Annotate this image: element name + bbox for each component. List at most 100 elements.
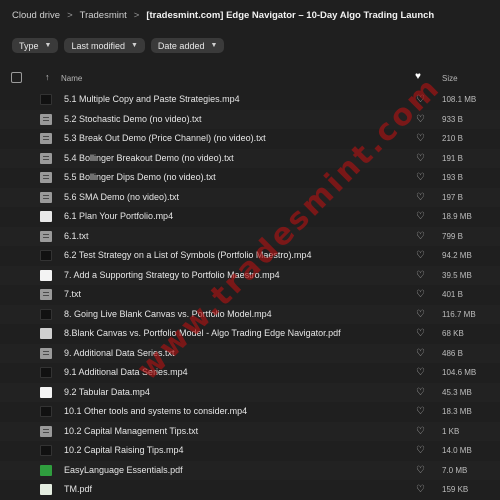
file-name[interactable]: 7.txt (64, 289, 81, 299)
heart-icon[interactable]: ♡ (416, 465, 425, 476)
file-size: 191 B (442, 153, 463, 163)
heart-icon[interactable]: ♡ (416, 94, 425, 105)
table-row[interactable]: 8. Going Live Blank Canvas vs. Portfolio… (0, 304, 500, 324)
file-name[interactable]: TM.pdf (64, 484, 92, 494)
heart-icon[interactable]: ♡ (416, 133, 425, 144)
file-size: 1 KB (442, 426, 460, 436)
table-row[interactable]: 5.3 Break Out Demo (Price Channel) (no v… (0, 129, 500, 149)
table-row[interactable]: 7.txt ♡ 401 B (0, 285, 500, 305)
table-row[interactable]: EasyLanguage Essentials.pdf ♡ 7.0 MB (0, 460, 500, 480)
text-file-icon (40, 425, 52, 437)
file-size: 799 B (442, 231, 463, 241)
video-thumbnail-icon (40, 386, 52, 398)
file-name[interactable]: 5.3 Break Out Demo (Price Channel) (no v… (64, 133, 266, 143)
table-row[interactable]: 6.2 Test Strategy on a List of Symbols (… (0, 246, 500, 266)
video-thumbnail-icon (40, 269, 52, 281)
heart-icon[interactable]: ♡ (416, 445, 425, 456)
video-thumbnail-icon (40, 367, 52, 378)
file-size: 39.5 MB (442, 270, 472, 280)
name-column-header[interactable]: Name (61, 74, 82, 83)
pdf-file-icon (40, 464, 52, 476)
file-name[interactable]: 8. Going Live Blank Canvas vs. Portfolio… (64, 309, 272, 319)
table-row[interactable]: 7. Add a Supporting Strategy to Portfoli… (0, 265, 500, 285)
breadcrumb-tradesmint[interactable]: Tradesmint (80, 10, 127, 21)
file-name[interactable]: 6.2 Test Strategy on a List of Symbols (… (64, 250, 311, 260)
table-row[interactable]: TM.pdf ♡ 159 KB (0, 480, 500, 500)
file-name[interactable]: 10.2 Capital Management Tips.txt (64, 426, 198, 436)
text-file-icon (40, 172, 52, 183)
last-modified-filter-label: Last modified (71, 40, 125, 51)
file-name[interactable]: 9. Additional Data Series.txt (64, 348, 175, 358)
table-row[interactable]: 9.1 Additional Data Series.mp4 ♡ 104.6 MB (0, 363, 500, 383)
file-name[interactable]: 9.2 Tabular Data.mp4 (64, 387, 150, 397)
heart-icon[interactable]: ♡ (416, 114, 425, 125)
heart-icon[interactable]: ♡ (416, 211, 425, 222)
heart-icon[interactable]: ♡ (416, 289, 425, 300)
heart-icon[interactable]: ♥ (415, 71, 421, 82)
file-name[interactable]: 7. Add a Supporting Strategy to Portfoli… (64, 270, 280, 280)
file-name[interactable]: 9.1 Additional Data Series.mp4 (64, 367, 188, 377)
heart-icon[interactable]: ♡ (416, 328, 425, 339)
sort-arrow-icon[interactable]: ↑ (45, 72, 50, 82)
heart-icon[interactable]: ♡ (416, 387, 425, 398)
table-row[interactable]: 5.4 Bollinger Breakout Demo (no video).t… (0, 148, 500, 168)
file-name[interactable]: 5.2 Stochastic Demo (no video).txt (64, 114, 202, 124)
heart-icon[interactable]: ♡ (416, 153, 425, 164)
file-size: 159 KB (442, 485, 469, 494)
file-name[interactable]: 5.6 SMA Demo (no video).txt (64, 192, 179, 202)
file-name[interactable]: 6.1.txt (64, 231, 89, 241)
file-name[interactable]: 10.2 Capital Raising Tips.mp4 (64, 445, 184, 455)
file-name[interactable]: 5.4 Bollinger Breakout Demo (no video).t… (64, 153, 234, 163)
file-name[interactable]: 5.5 Bollinger Dips Demo (no video).txt (64, 172, 216, 182)
table-row[interactable]: 9. Additional Data Series.txt ♡ 486 B (0, 343, 500, 363)
heart-icon[interactable]: ♡ (416, 192, 425, 203)
date-added-filter-label: Date added (157, 40, 205, 51)
filter-bar: Type ▼ Last modified ▼ Date added ▼ (12, 38, 225, 53)
text-file-icon (40, 113, 52, 125)
heart-icon[interactable]: ♡ (416, 309, 425, 320)
size-column-header[interactable]: Size (442, 74, 458, 83)
date-added-filter[interactable]: Date added ▼ (150, 38, 225, 53)
breadcrumb-cloud-drive[interactable]: Cloud drive (12, 10, 60, 21)
file-size: 68 KB (442, 329, 464, 338)
heart-icon[interactable]: ♡ (416, 270, 425, 281)
heart-icon[interactable]: ♡ (416, 426, 425, 437)
table-row[interactable]: 10.1 Other tools and systems to consider… (0, 402, 500, 422)
video-thumbnail-icon (40, 211, 52, 222)
pdf-file-icon (40, 328, 52, 339)
heart-icon[interactable]: ♡ (416, 231, 425, 242)
file-size: 210 B (442, 134, 463, 143)
text-file-icon (40, 289, 52, 300)
heart-icon[interactable]: ♡ (416, 406, 425, 417)
select-all-checkbox[interactable] (11, 72, 22, 83)
table-row[interactable]: 5.5 Bollinger Dips Demo (no video).txt ♡ 1… (0, 168, 500, 188)
pdf-file-icon (40, 484, 52, 495)
last-modified-filter[interactable]: Last modified ▼ (64, 38, 145, 53)
file-size: 108.1 MB (442, 95, 477, 104)
heart-icon[interactable]: ♡ (416, 348, 425, 359)
table-row[interactable]: 6.1 Plan Your Portfolio.mp4 ♡ 18.9 MB (0, 207, 500, 227)
table-row[interactable]: 6.1.txt ♡ 799 B (0, 226, 500, 246)
table-row[interactable]: 5.2 Stochastic Demo (no video).txt ♡ 933 B (0, 109, 500, 129)
chevron-right-icon: > (67, 9, 73, 21)
table-row[interactable]: 10.2 Capital Raising Tips.mp4 ♡ 14.0 MB (0, 441, 500, 461)
table-row[interactable]: 5.6 SMA Demo (no video).txt ♡ 197 B (0, 187, 500, 207)
file-name[interactable]: EasyLanguage Essentials.pdf (64, 465, 183, 475)
file-name[interactable]: 5.1 Multiple Copy and Paste Strategies.m… (64, 94, 240, 104)
breadcrumb-current-folder: [tradesmint.com] Edge Navigator – 10-Day… (146, 9, 435, 21)
heart-icon[interactable]: ♡ (416, 172, 425, 183)
heart-icon[interactable]: ♡ (416, 250, 425, 261)
table-row[interactable]: 10.2 Capital Management Tips.txt ♡ 1 KB (0, 421, 500, 441)
video-thumbnail-icon (40, 445, 52, 456)
file-size: 933 B (442, 114, 463, 124)
table-row[interactable]: 9.2 Tabular Data.mp4 ♡ 45.3 MB (0, 382, 500, 402)
table-header: ↑ Name ♥ Size (0, 66, 500, 90)
file-name[interactable]: 8.Blank Canvas vs. Portfolio Model - Alg… (64, 328, 341, 338)
heart-icon[interactable]: ♡ (416, 484, 425, 495)
heart-icon[interactable]: ♡ (416, 367, 425, 378)
file-name[interactable]: 6.1 Plan Your Portfolio.mp4 (64, 211, 173, 221)
file-name[interactable]: 10.1 Other tools and systems to consider… (64, 406, 247, 416)
table-row[interactable]: 8.Blank Canvas vs. Portfolio Model - Alg… (0, 324, 500, 344)
type-filter[interactable]: Type ▼ (12, 38, 59, 53)
table-row[interactable]: 5.1 Multiple Copy and Paste Strategies.m… (0, 90, 500, 110)
